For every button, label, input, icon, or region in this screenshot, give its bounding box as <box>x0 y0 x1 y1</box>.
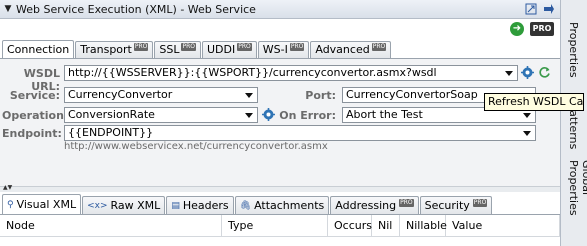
message-tabs: ⚲ Visual XML <x> Raw XML ▤ Headers 🖇 Attachm… <box>2 194 493 214</box>
side-tab-properties[interactable]: Properties <box>567 22 580 78</box>
column-header-nillable[interactable]: Nillable <box>400 215 447 237</box>
refresh-wsdl-tooltip: Refresh WSDL Cache <box>484 93 584 111</box>
tab-security[interactable]: Security PRO <box>419 196 493 214</box>
panel-splitter[interactable]: ▲▼ <box>0 185 560 192</box>
column-header-nil[interactable]: Nil <box>372 215 400 237</box>
panel-title: Web Service Execution (XML) - Web Servic… <box>16 2 256 16</box>
collapse-toggle-icon[interactable]: ▼ <box>2 4 14 14</box>
tab-attachments[interactable]: 🖇 Attachments <box>234 196 330 214</box>
service-label: Service: <box>9 89 60 102</box>
pro-mini-badge: PRO <box>181 43 196 51</box>
action-bar: ➜ PRO <box>0 19 560 39</box>
endpoint-input[interactable]: {{ENDPOINT}} <box>64 125 536 141</box>
operation-select[interactable]: ConversionRate <box>64 107 258 123</box>
soap-icon: ▤ <box>171 200 180 211</box>
wsdl-url-input[interactable]: http://{{WSSERVER}}:{{WSPORT}}/currencyc… <box>64 65 518 81</box>
pro-mini-badge: PRO <box>472 198 488 207</box>
tab-headers[interactable]: ▤ Headers <box>166 196 234 214</box>
on-error-label: On Error: <box>279 109 336 122</box>
tab-uddi[interactable]: UDDI PRO <box>202 41 257 58</box>
endpoint-hint: http://www.webservicex.net/currencyconve… <box>64 141 328 152</box>
dock-arrow-icon[interactable] <box>542 2 556 16</box>
expand-icon[interactable] <box>524 2 538 16</box>
tab-addressing[interactable]: Addressing PRO <box>330 196 419 214</box>
tab-advanced[interactable]: Advanced PRO <box>310 41 392 58</box>
tab-transport[interactable]: Transport PRO <box>75 41 154 58</box>
column-header-value[interactable]: Value <box>446 215 560 237</box>
tab-raw-xml[interactable]: <x> Raw XML <box>82 196 166 214</box>
pro-mini-badge: PRO <box>399 198 414 207</box>
pro-mini-badge: PRO <box>133 43 149 51</box>
tab-visual-xml[interactable]: ⚲ Visual XML <box>2 194 82 214</box>
operation-label: Operation: <box>2 109 69 122</box>
xml-icon: <x> <box>87 200 108 211</box>
port-label: Port: <box>305 89 336 102</box>
tab-ws-i[interactable]: WS-I PRO <box>257 41 310 58</box>
tree-icon: ⚲ <box>7 199 14 210</box>
web-service-execution-panel: ▼ Web Service Execution (XML) - Web Serv… <box>0 0 587 246</box>
pro-mini-badge: PRO <box>371 43 387 51</box>
side-tab-global-properties[interactable]: Global Properties <box>567 160 587 246</box>
pro-badge: PRO <box>530 22 554 36</box>
tab-ssl[interactable]: SSL PRO <box>154 41 201 58</box>
splitter-arrows-icon[interactable]: ▲▼ <box>3 185 12 191</box>
service-select[interactable]: CurrencyConvertor <box>64 87 258 103</box>
panel-titlebar: ▼ Web Service Execution (XML) - Web Serv… <box>0 0 560 19</box>
tab-connection[interactable]: Connection <box>2 40 75 58</box>
wsdl-settings-gear-icon[interactable] <box>521 66 534 79</box>
pro-mini-badge: PRO <box>237 43 252 51</box>
side-panel-strip: Properties Patterns Global Properties <box>560 0 587 246</box>
pro-mini-badge: PRO <box>289 43 305 51</box>
endpoint-label: Endpoint: <box>2 127 62 140</box>
connection-form: WSDL URL: http://{{WSSERVER}}:{{WSPORT}}… <box>0 58 560 186</box>
column-header-node[interactable]: Node <box>0 215 222 237</box>
connection-tabs: Connection Transport PRO SSL PRO UDDI PRO W… <box>2 40 392 58</box>
column-header-occurs[interactable]: Occurs <box>328 215 372 237</box>
xml-grid: Node Type Occurs Nil Nillable Value <box>0 214 560 246</box>
paperclip-icon: 🖇 <box>239 200 252 211</box>
refresh-wsdl-icon[interactable] <box>538 66 551 79</box>
run-icon[interactable]: ➜ <box>510 22 524 36</box>
column-header-type[interactable]: Type <box>222 215 328 237</box>
